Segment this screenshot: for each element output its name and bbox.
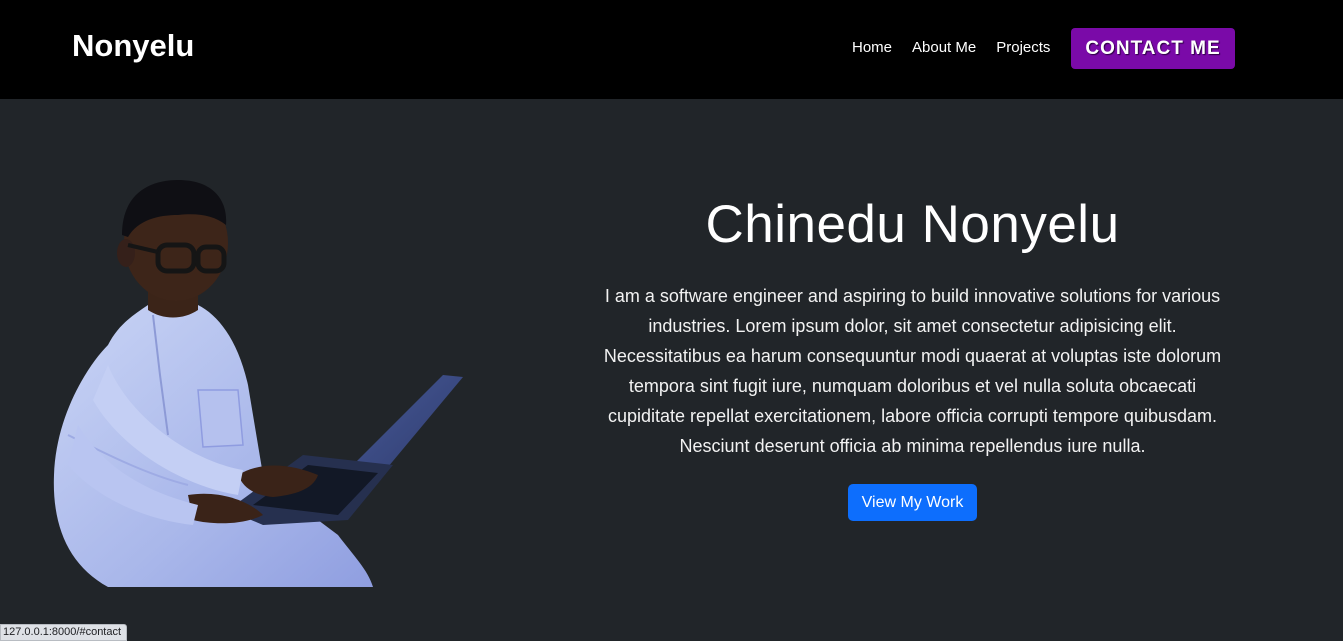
status-bar-url: 127.0.0.1:8000/#contact [0, 624, 128, 641]
hero-title: Chinedu Nonyelu [705, 195, 1120, 254]
nav-link-home[interactable]: Home [852, 38, 892, 58]
hero-content: Chinedu Nonyelu I am a software engineer… [590, 190, 1235, 521]
top-navbar: Nonyelu Home About Me Projects CONTACT M… [0, 0, 1343, 99]
hero-description: I am a software engineer and aspiring to… [603, 286, 1222, 456]
nav-link-projects[interactable]: Projects [996, 38, 1050, 58]
nav-link-about-me[interactable]: About Me [912, 38, 976, 58]
view-my-work-button[interactable]: View My Work [847, 484, 978, 521]
profile-photo [53, 180, 463, 587]
nav-links: Home About Me Projects [852, 38, 1050, 58]
brand-logo[interactable]: Nonyelu [72, 27, 194, 65]
contact-me-button[interactable]: CONTACT ME [1071, 28, 1235, 69]
